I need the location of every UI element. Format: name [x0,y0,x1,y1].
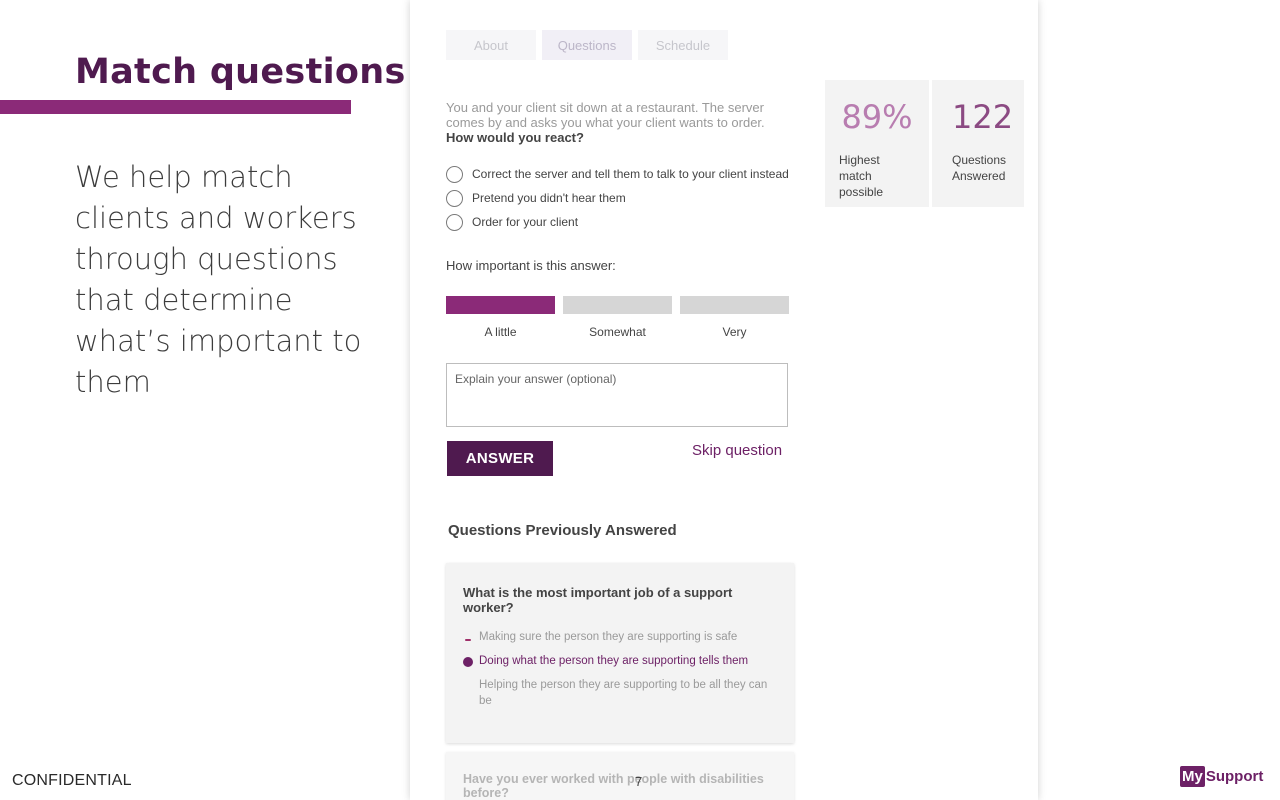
previous-option-label: Helping the person they are supporting t… [479,679,768,707]
importance-bar-very[interactable] [680,296,789,314]
match-stats: 89% Highest match possible 122 Questions… [825,80,1024,207]
highest-match-card: 89% Highest match possible [825,80,929,207]
answer-option-label: Order for your client [472,215,579,229]
page-number: 7 [635,774,643,789]
previous-option: Helping the person they are supporting t… [463,677,777,709]
previous-question-card[interactable]: What is the most important job of a supp… [446,563,794,743]
previous-option-selected: Doing what the person they are supportin… [463,653,777,669]
importance-level-label: A little [484,325,517,339]
slide-body-text: We help match clients and workers throug… [75,160,362,399]
radio-button[interactable] [446,189,463,207]
tab-schedule[interactable]: Schedule [638,30,728,60]
importance-bar-a-little[interactable] [446,296,555,314]
answer-option[interactable]: Order for your client [446,210,789,234]
app-screenshot-panel: About Questions Schedule You and your cl… [410,0,1038,800]
skip-question-link[interactable]: Skip question [692,442,782,459]
title-underline-bar [0,100,351,114]
previous-option-label: Doing what the person they are supportin… [479,655,749,667]
logo-my: My [1180,766,1205,787]
tab-questions[interactable]: Questions [542,30,632,60]
importance-label: How important is this answer: [446,258,616,273]
answer-option[interactable]: Pretend you didn't hear them [446,186,789,210]
question-text: You and your client sit down at a restau… [446,100,782,145]
highest-match-label: Highest match possible [839,153,884,199]
tab-about[interactable]: About [446,30,536,60]
previous-question-text: What is the most important job of a supp… [463,585,733,615]
mysupport-logo: My Support [1180,766,1263,787]
profile-tabs: About Questions Schedule [446,30,728,60]
selected-dot-icon [463,657,473,667]
importance-selector [446,296,789,314]
questions-answered-label: Questions Answered [952,153,1007,183]
radio-button[interactable] [446,165,463,183]
logo-support: Support [1205,768,1264,785]
unselected-marker-icon [463,633,473,643]
answer-option-label: Correct the server and tell them to talk… [472,167,789,181]
previous-questions-heading: Questions Previously Answered [448,522,677,539]
importance-level-label: Very [722,325,747,339]
empty-marker [463,681,473,691]
answer-option[interactable]: Correct the server and tell them to talk… [446,162,789,186]
importance-level-label: Somewhat [589,325,646,339]
explain-answer-field[interactable] [446,363,788,427]
confidential-label: CONFIDENTIAL [12,772,132,789]
question-ask: How would you react? [446,130,584,145]
question-intro: You and your client sit down at a restau… [446,100,765,130]
questions-answered-card: 122 Questions Answered [932,80,1024,207]
slide-title: Match questions [75,52,406,92]
previous-question-text: Have you ever worked with people with di… [463,772,764,800]
answer-button[interactable]: ANSWER [447,441,553,476]
previous-question-options: Making sure the person they are supporti… [463,629,777,709]
highest-match-value: 89% [841,98,913,136]
radio-button[interactable] [446,213,463,231]
importance-bar-somewhat[interactable] [563,296,672,314]
previous-question-card[interactable]: Have you ever worked with people with di… [446,752,794,800]
previous-option-label: Making sure the person they are supporti… [479,631,738,643]
previous-option: Making sure the person they are supporti… [463,629,777,645]
answer-options: Correct the server and tell them to talk… [446,162,789,234]
questions-answered-value: 122 [952,98,1014,136]
importance-labels: A little Somewhat Very [446,325,789,339]
answer-option-label: Pretend you didn't hear them [472,191,626,205]
